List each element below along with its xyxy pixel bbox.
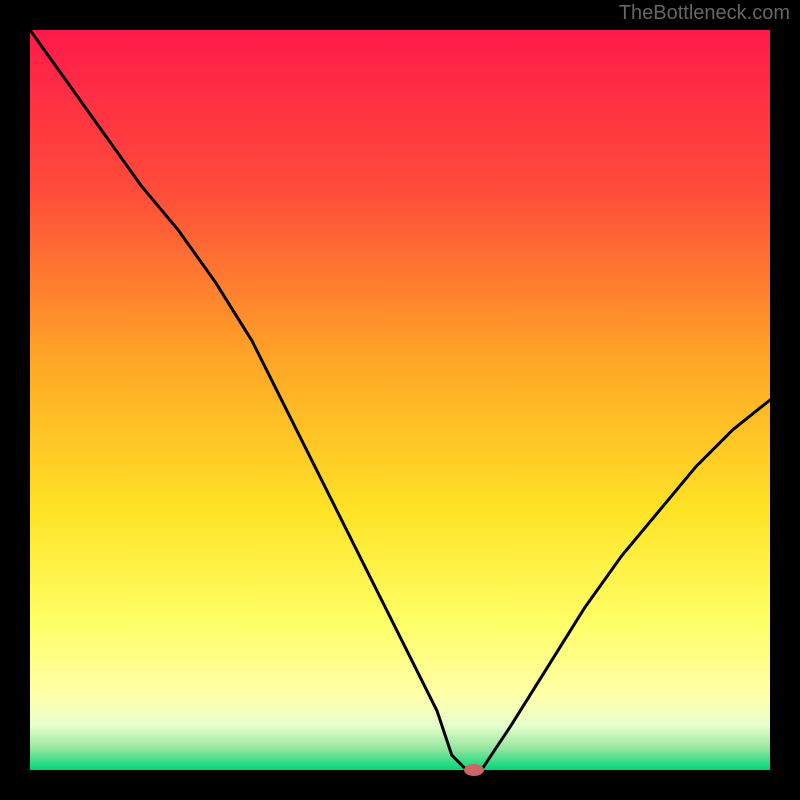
- plot-background: [30, 30, 770, 770]
- chart-frame: TheBottleneck.com: [0, 0, 800, 800]
- optimum-marker: [464, 764, 484, 776]
- attribution-label: TheBottleneck.com: [619, 2, 790, 25]
- bottleneck-chart: [0, 0, 800, 800]
